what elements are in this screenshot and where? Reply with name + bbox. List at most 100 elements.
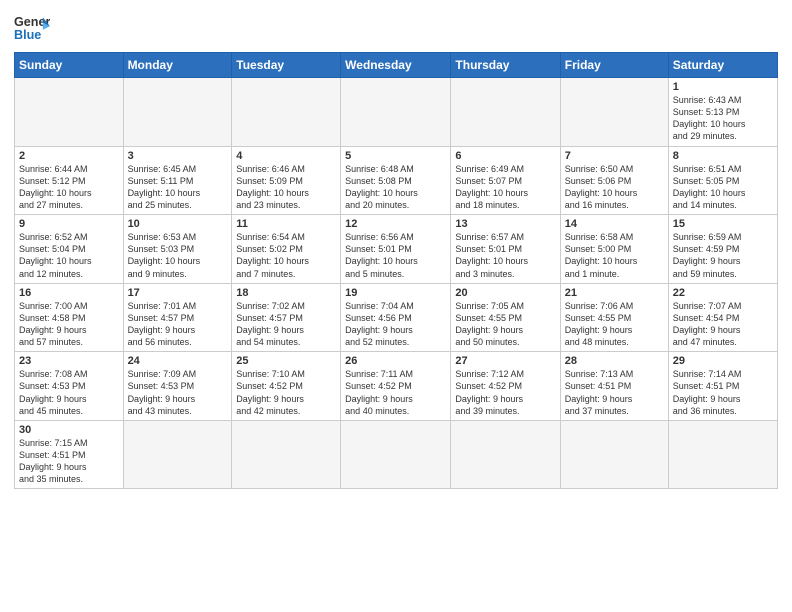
day-info: Sunrise: 7:02 AM Sunset: 4:57 PM Dayligh…	[236, 300, 336, 349]
day-info: Sunrise: 6:58 AM Sunset: 5:00 PM Dayligh…	[565, 231, 664, 280]
day-number: 25	[236, 355, 336, 367]
page: General Blue SundayMondayTuesdayWednesda…	[0, 0, 792, 612]
day-info: Sunrise: 7:09 AM Sunset: 4:53 PM Dayligh…	[128, 368, 228, 417]
day-number: 21	[565, 287, 664, 299]
day-number: 22	[673, 287, 773, 299]
day-number: 5	[345, 150, 446, 162]
calendar-cell	[451, 420, 560, 489]
day-info: Sunrise: 6:51 AM Sunset: 5:05 PM Dayligh…	[673, 163, 773, 212]
calendar-week-row: 1Sunrise: 6:43 AM Sunset: 5:13 PM Daylig…	[15, 78, 778, 147]
day-info: Sunrise: 6:43 AM Sunset: 5:13 PM Dayligh…	[673, 94, 773, 143]
calendar-cell: 22Sunrise: 7:07 AM Sunset: 4:54 PM Dayli…	[668, 283, 777, 352]
day-info: Sunrise: 6:48 AM Sunset: 5:08 PM Dayligh…	[345, 163, 446, 212]
calendar-col-header: Monday	[123, 53, 232, 78]
day-number: 29	[673, 355, 773, 367]
calendar-col-header: Thursday	[451, 53, 560, 78]
logo: General Blue	[14, 10, 50, 46]
day-info: Sunrise: 7:00 AM Sunset: 4:58 PM Dayligh…	[19, 300, 119, 349]
day-number: 6	[455, 150, 555, 162]
calendar-cell: 27Sunrise: 7:12 AM Sunset: 4:52 PM Dayli…	[451, 352, 560, 421]
calendar-week-row: 9Sunrise: 6:52 AM Sunset: 5:04 PM Daylig…	[15, 215, 778, 284]
calendar-cell: 8Sunrise: 6:51 AM Sunset: 5:05 PM Daylig…	[668, 146, 777, 215]
day-number: 16	[19, 287, 119, 299]
day-number: 28	[565, 355, 664, 367]
calendar-col-header: Tuesday	[232, 53, 341, 78]
calendar-cell: 29Sunrise: 7:14 AM Sunset: 4:51 PM Dayli…	[668, 352, 777, 421]
calendar-cell: 2Sunrise: 6:44 AM Sunset: 5:12 PM Daylig…	[15, 146, 124, 215]
header: General Blue	[14, 10, 778, 46]
day-info: Sunrise: 6:53 AM Sunset: 5:03 PM Dayligh…	[128, 231, 228, 280]
calendar-week-row: 23Sunrise: 7:08 AM Sunset: 4:53 PM Dayli…	[15, 352, 778, 421]
calendar-cell: 20Sunrise: 7:05 AM Sunset: 4:55 PM Dayli…	[451, 283, 560, 352]
day-number: 12	[345, 218, 446, 230]
calendar-col-header: Wednesday	[341, 53, 451, 78]
day-info: Sunrise: 6:52 AM Sunset: 5:04 PM Dayligh…	[19, 231, 119, 280]
calendar-cell: 19Sunrise: 7:04 AM Sunset: 4:56 PM Dayli…	[341, 283, 451, 352]
day-number: 15	[673, 218, 773, 230]
day-info: Sunrise: 7:10 AM Sunset: 4:52 PM Dayligh…	[236, 368, 336, 417]
calendar-cell	[341, 78, 451, 147]
calendar-cell	[668, 420, 777, 489]
day-info: Sunrise: 7:08 AM Sunset: 4:53 PM Dayligh…	[19, 368, 119, 417]
day-info: Sunrise: 7:12 AM Sunset: 4:52 PM Dayligh…	[455, 368, 555, 417]
calendar-cell: 17Sunrise: 7:01 AM Sunset: 4:57 PM Dayli…	[123, 283, 232, 352]
calendar-cell	[232, 78, 341, 147]
day-number: 13	[455, 218, 555, 230]
day-number: 1	[673, 81, 773, 93]
calendar-cell	[451, 78, 560, 147]
calendar-cell: 24Sunrise: 7:09 AM Sunset: 4:53 PM Dayli…	[123, 352, 232, 421]
svg-text:Blue: Blue	[14, 28, 41, 42]
day-info: Sunrise: 7:15 AM Sunset: 4:51 PM Dayligh…	[19, 437, 119, 486]
day-info: Sunrise: 6:54 AM Sunset: 5:02 PM Dayligh…	[236, 231, 336, 280]
calendar-cell: 12Sunrise: 6:56 AM Sunset: 5:01 PM Dayli…	[341, 215, 451, 284]
calendar: SundayMondayTuesdayWednesdayThursdayFrid…	[14, 52, 778, 489]
calendar-cell: 16Sunrise: 7:00 AM Sunset: 4:58 PM Dayli…	[15, 283, 124, 352]
calendar-cell	[560, 78, 668, 147]
calendar-cell: 21Sunrise: 7:06 AM Sunset: 4:55 PM Dayli…	[560, 283, 668, 352]
logo-icon: General Blue	[14, 10, 50, 46]
day-number: 23	[19, 355, 119, 367]
calendar-cell: 28Sunrise: 7:13 AM Sunset: 4:51 PM Dayli…	[560, 352, 668, 421]
day-info: Sunrise: 6:59 AM Sunset: 4:59 PM Dayligh…	[673, 231, 773, 280]
calendar-cell	[123, 78, 232, 147]
calendar-week-row: 2Sunrise: 6:44 AM Sunset: 5:12 PM Daylig…	[15, 146, 778, 215]
calendar-cell: 7Sunrise: 6:50 AM Sunset: 5:06 PM Daylig…	[560, 146, 668, 215]
day-info: Sunrise: 7:01 AM Sunset: 4:57 PM Dayligh…	[128, 300, 228, 349]
day-info: Sunrise: 6:45 AM Sunset: 5:11 PM Dayligh…	[128, 163, 228, 212]
day-number: 20	[455, 287, 555, 299]
day-info: Sunrise: 6:57 AM Sunset: 5:01 PM Dayligh…	[455, 231, 555, 280]
calendar-cell	[341, 420, 451, 489]
calendar-cell: 10Sunrise: 6:53 AM Sunset: 5:03 PM Dayli…	[123, 215, 232, 284]
day-number: 17	[128, 287, 228, 299]
calendar-cell: 5Sunrise: 6:48 AM Sunset: 5:08 PM Daylig…	[341, 146, 451, 215]
day-number: 2	[19, 150, 119, 162]
calendar-cell: 9Sunrise: 6:52 AM Sunset: 5:04 PM Daylig…	[15, 215, 124, 284]
day-number: 9	[19, 218, 119, 230]
calendar-cell: 3Sunrise: 6:45 AM Sunset: 5:11 PM Daylig…	[123, 146, 232, 215]
day-info: Sunrise: 7:14 AM Sunset: 4:51 PM Dayligh…	[673, 368, 773, 417]
day-number: 7	[565, 150, 664, 162]
day-number: 10	[128, 218, 228, 230]
day-number: 3	[128, 150, 228, 162]
calendar-cell: 13Sunrise: 6:57 AM Sunset: 5:01 PM Dayli…	[451, 215, 560, 284]
calendar-header-row: SundayMondayTuesdayWednesdayThursdayFrid…	[15, 53, 778, 78]
calendar-cell: 11Sunrise: 6:54 AM Sunset: 5:02 PM Dayli…	[232, 215, 341, 284]
calendar-cell: 30Sunrise: 7:15 AM Sunset: 4:51 PM Dayli…	[15, 420, 124, 489]
day-number: 27	[455, 355, 555, 367]
calendar-cell	[560, 420, 668, 489]
calendar-cell: 15Sunrise: 6:59 AM Sunset: 4:59 PM Dayli…	[668, 215, 777, 284]
day-number: 30	[19, 424, 119, 436]
day-number: 14	[565, 218, 664, 230]
calendar-cell: 23Sunrise: 7:08 AM Sunset: 4:53 PM Dayli…	[15, 352, 124, 421]
day-number: 4	[236, 150, 336, 162]
calendar-cell	[15, 78, 124, 147]
day-info: Sunrise: 6:49 AM Sunset: 5:07 PM Dayligh…	[455, 163, 555, 212]
day-number: 26	[345, 355, 446, 367]
day-info: Sunrise: 7:06 AM Sunset: 4:55 PM Dayligh…	[565, 300, 664, 349]
calendar-cell: 18Sunrise: 7:02 AM Sunset: 4:57 PM Dayli…	[232, 283, 341, 352]
day-number: 11	[236, 218, 336, 230]
day-info: Sunrise: 7:11 AM Sunset: 4:52 PM Dayligh…	[345, 368, 446, 417]
calendar-cell	[123, 420, 232, 489]
calendar-cell: 6Sunrise: 6:49 AM Sunset: 5:07 PM Daylig…	[451, 146, 560, 215]
calendar-cell: 14Sunrise: 6:58 AM Sunset: 5:00 PM Dayli…	[560, 215, 668, 284]
